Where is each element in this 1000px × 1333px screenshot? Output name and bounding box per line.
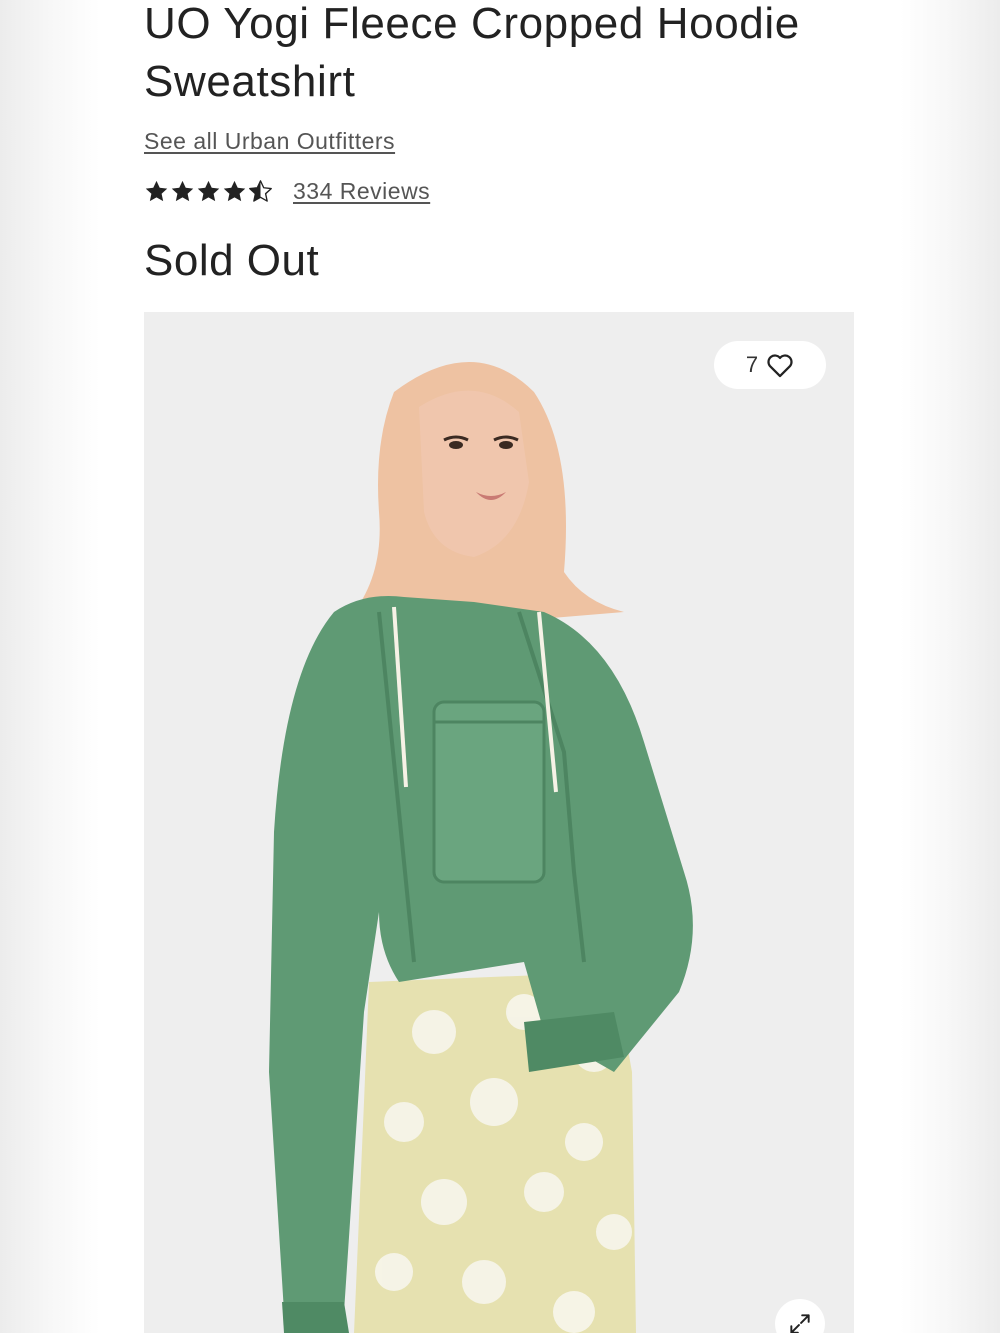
heart-outline-icon bbox=[767, 354, 793, 378]
favorite-button[interactable]: 7 bbox=[714, 341, 826, 389]
see-all-brand-link[interactable]: See all Urban Outfitters bbox=[144, 128, 395, 155]
rating-row[interactable]: 334 Reviews bbox=[144, 175, 430, 207]
star-full-icon bbox=[171, 180, 194, 201]
star-half-icon bbox=[249, 179, 272, 202]
expand-arrows-icon bbox=[790, 1314, 810, 1333]
product-image[interactable]: 7 bbox=[144, 312, 854, 1333]
price-status: Sold Out bbox=[144, 236, 320, 285]
favorites-count: 7 bbox=[745, 352, 759, 377]
model-photo bbox=[144, 312, 854, 1333]
star-full-icon bbox=[197, 180, 220, 201]
reviews-link[interactable]: 334 Reviews bbox=[293, 178, 430, 205]
star-full-icon bbox=[145, 180, 168, 201]
star-rating[interactable] bbox=[144, 179, 273, 204]
product-page: UO Yogi Fleece Cropped Hoodie Sweatshirt… bbox=[104, 0, 896, 1333]
product-title: UO Yogi Fleece Cropped Hoodie Sweatshirt bbox=[144, 0, 800, 106]
star-full-icon bbox=[223, 180, 246, 201]
